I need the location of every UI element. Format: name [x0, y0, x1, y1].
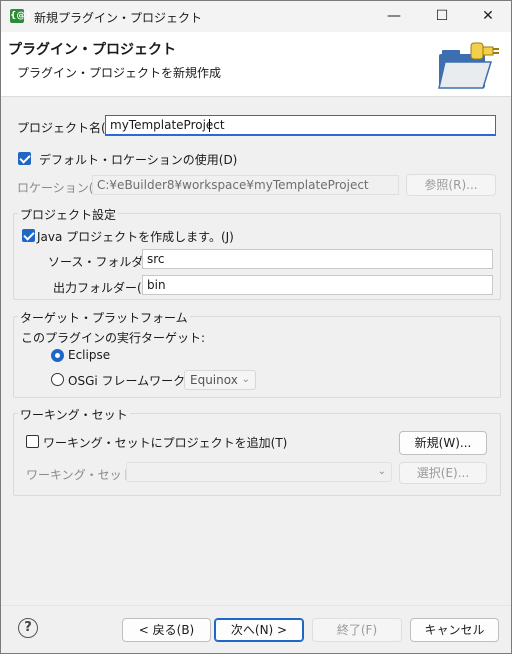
add-to-working-set-checkbox[interactable] — [26, 435, 39, 448]
location-input[interactable]: C:¥eBuilder8¥workspace¥myTemplateProject — [92, 175, 399, 195]
eclipse-label: Eclipse — [68, 348, 111, 362]
working-set-title: ワーキング・セット — [18, 406, 130, 423]
new-plugin-project-dialog: {@} 新規プラグイン・プロジェクト — ☐ ✕ プラグイン・プロジェクト プラ… — [0, 0, 512, 654]
help-icon[interactable]: ? — [18, 618, 38, 638]
osgi-framework-value: Equinox — [190, 373, 238, 387]
project-name-value: myTemplateProject — [110, 118, 225, 132]
location-value: C:¥eBuilder8¥workspace¥myTemplateProject — [97, 178, 369, 192]
target-platform-title: ターゲット・プラットフォーム — [18, 309, 190, 326]
output-folder-value: bin — [147, 278, 166, 292]
default-location-checkbox[interactable] — [18, 152, 31, 165]
target-platform-prompt: このプラグインの実行ターゲット: — [21, 331, 206, 345]
cancel-button[interactable]: キャンセル — [410, 618, 499, 642]
java-project-checkbox[interactable] — [22, 229, 35, 242]
osgi-radio[interactable] — [51, 373, 64, 386]
browse-button[interactable]: 参照(R)... — [406, 174, 496, 196]
maximize-icon[interactable]: ☐ — [419, 1, 465, 32]
source-folder-value: src — [147, 252, 165, 266]
add-to-working-set-label: ワーキング・セットにプロジェクトを追加(T) — [43, 436, 288, 450]
project-name-input[interactable]: myTemplateProject — [105, 115, 496, 136]
plugin-folder-icon — [438, 42, 499, 89]
window-title: 新規プラグイン・プロジェクト — [34, 11, 203, 25]
project-settings-title: プロジェクト設定 — [18, 206, 119, 223]
chevron-down-icon: ⌄ — [377, 466, 386, 477]
working-sets-select[interactable]: ⌄ — [126, 462, 392, 482]
finish-button[interactable]: 終了(F) — [312, 618, 402, 642]
new-working-set-button[interactable]: 新規(W)... — [399, 431, 487, 455]
select-working-set-button[interactable]: 選択(E)... — [399, 462, 487, 484]
eclipse-radio[interactable] — [51, 349, 64, 362]
chevron-down-icon: ⌄ — [241, 374, 250, 385]
footer-divider — [1, 605, 511, 606]
title-bar: {@} 新規プラグイン・プロジェクト — ☐ ✕ — [1, 1, 511, 32]
output-folder-input[interactable]: bin — [142, 275, 493, 295]
source-folder-input[interactable]: src — [142, 249, 493, 269]
page-description: プラグイン・プロジェクトを新規作成 — [17, 66, 222, 80]
osgi-framework-select[interactable]: Equinox ⌄ — [184, 370, 256, 390]
app-icon: {@} — [10, 9, 32, 23]
java-project-label: Java プロジェクトを作成します。(J) — [37, 230, 234, 244]
back-button[interactable]: < 戻る(B) — [122, 618, 211, 642]
minimize-icon[interactable]: — — [371, 1, 417, 32]
close-icon[interactable]: ✕ — [465, 1, 511, 32]
default-location-label: デフォルト・ロケーションの使用(D) — [39, 153, 238, 167]
next-button[interactable]: 次へ(N) > — [214, 618, 304, 642]
text-caret — [209, 119, 210, 132]
wizard-header: プラグイン・プロジェクト プラグイン・プロジェクトを新規作成 — [1, 32, 511, 97]
page-title: プラグイン・プロジェクト — [8, 42, 176, 58]
